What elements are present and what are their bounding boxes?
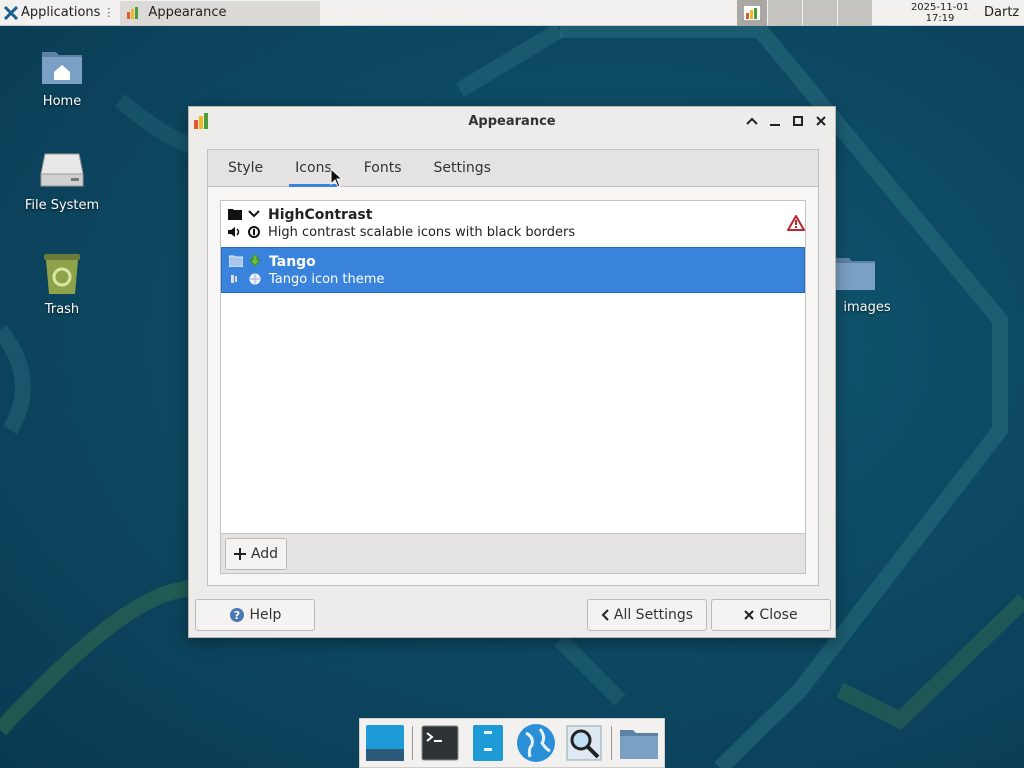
home-folder-icon (42, 52, 82, 84)
icons-tab-pane: HighContrast High contrast scalable icon… (220, 200, 806, 574)
drive-icon (40, 153, 84, 187)
folder-icon (835, 258, 875, 290)
workspace-3[interactable] (803, 0, 837, 26)
browser-icon (248, 226, 260, 238)
close-button[interactable]: Close (711, 599, 831, 631)
folder-icon (229, 255, 243, 267)
list-toolbar: Add (220, 534, 806, 574)
applications-menu-button[interactable]: Applications ⋮ (0, 0, 118, 26)
tab-fonts[interactable]: Fonts (348, 150, 418, 186)
clock-time: 17:19 (925, 12, 955, 24)
desktop-icon-trash[interactable]: Trash (7, 250, 117, 317)
help-icon: ? (229, 608, 244, 622)
window-titlebar[interactable]: Appearance (189, 107, 835, 135)
list-item[interactable]: HighContrast High contrast scalable icon… (221, 201, 805, 247)
desktop-icon (366, 725, 404, 761)
user-menu[interactable]: Dartz (984, 5, 1024, 20)
theme-name: HighContrast (268, 207, 373, 223)
dock-search[interactable] (563, 722, 605, 764)
settings-notebook: Style Icons Fonts Settings HighContrast … (207, 149, 819, 586)
clock[interactable]: 2025-11-01 17:19 (900, 2, 980, 24)
close-icon (744, 610, 755, 620)
svg-text:?: ? (233, 609, 239, 622)
top-panel: Applications ⋮ Appearance 2025-11-01 17:… (0, 0, 1024, 26)
dock-separator (412, 726, 413, 760)
dock-terminal[interactable] (419, 722, 461, 764)
icon-theme-list[interactable]: HighContrast High contrast scalable icon… (220, 200, 806, 534)
dock-folder[interactable] (618, 722, 660, 764)
taskbar-title: Appearance (148, 5, 227, 20)
desktop-icon-label: File System (24, 198, 100, 213)
file-manager-icon (473, 725, 503, 761)
list-item[interactable]: Tango Tango icon theme (221, 247, 805, 293)
dock-file-manager[interactable] (467, 722, 509, 764)
minimize-icon (769, 124, 780, 126)
desktop-icon-label: Trash (44, 302, 80, 317)
theme-description: Tango icon theme (269, 272, 385, 287)
desktop-icon-file-system[interactable]: File System (7, 148, 117, 213)
warning-icon (787, 215, 805, 231)
appearance-mini-icon (743, 4, 761, 21)
desktop-icon-label: Home (42, 94, 82, 109)
chevron-down-icon (248, 210, 260, 218)
download-arrow-icon (249, 255, 261, 267)
speaker-icon (228, 227, 240, 237)
workspace-1[interactable] (737, 0, 767, 26)
appearance-window: Appearance Style Icons Fonts Settings Hi… (188, 106, 836, 638)
maximize-icon (792, 116, 803, 126)
workspace-2[interactable] (768, 0, 802, 26)
workspace-4[interactable] (838, 0, 872, 26)
desktop-icon-label: images (843, 300, 891, 315)
tab-bar: Style Icons Fonts Settings (208, 150, 818, 187)
dock-web-browser[interactable] (515, 722, 557, 764)
appearance-app-icon (194, 113, 208, 129)
trash-icon (44, 254, 80, 294)
close-window-button[interactable] (812, 111, 829, 131)
close-label: Close (759, 607, 798, 623)
speaker-icon (231, 275, 237, 283)
help-button[interactable]: ? Help (195, 599, 315, 631)
taskbar-appearance-button[interactable]: Appearance (120, 0, 321, 25)
applications-label: Applications (21, 5, 101, 20)
web-browser-icon (517, 724, 555, 762)
folder-icon (228, 209, 242, 220)
xfce-logo-icon (4, 5, 18, 20)
minimize-button[interactable] (766, 111, 783, 131)
window-title: Appearance (468, 113, 556, 129)
chevron-up-icon (745, 117, 758, 125)
dock-show-desktop[interactable] (364, 722, 406, 764)
all-settings-label: All Settings (613, 607, 694, 623)
appearance-app-icon (127, 6, 139, 19)
maximize-button[interactable] (789, 111, 806, 131)
help-label: Help (249, 607, 282, 623)
shade-button[interactable] (743, 111, 760, 131)
add-label: Add (250, 546, 279, 562)
chevron-left-icon (601, 609, 609, 621)
all-settings-button[interactable]: All Settings (587, 599, 707, 631)
menu-separator-icon: ⋮ (103, 6, 115, 19)
dock (359, 718, 665, 768)
plus-icon (233, 548, 246, 560)
theme-name: Tango (269, 254, 316, 270)
tab-settings[interactable]: Settings (418, 150, 507, 186)
clock-date: 2025-11-01 (910, 1, 970, 13)
desktop-icon-home[interactable]: Home (7, 44, 117, 109)
globe-icon (249, 273, 261, 285)
add-theme-button[interactable]: Add (225, 538, 287, 570)
tab-style[interactable]: Style (212, 150, 279, 186)
search-icon (566, 725, 602, 761)
close-icon (815, 116, 826, 126)
folder-icon (620, 730, 658, 759)
dock-separator (611, 726, 612, 760)
terminal-icon (421, 725, 459, 761)
mouse-cursor-icon (330, 168, 344, 188)
theme-description: High contrast scalable icons with black … (268, 225, 576, 240)
